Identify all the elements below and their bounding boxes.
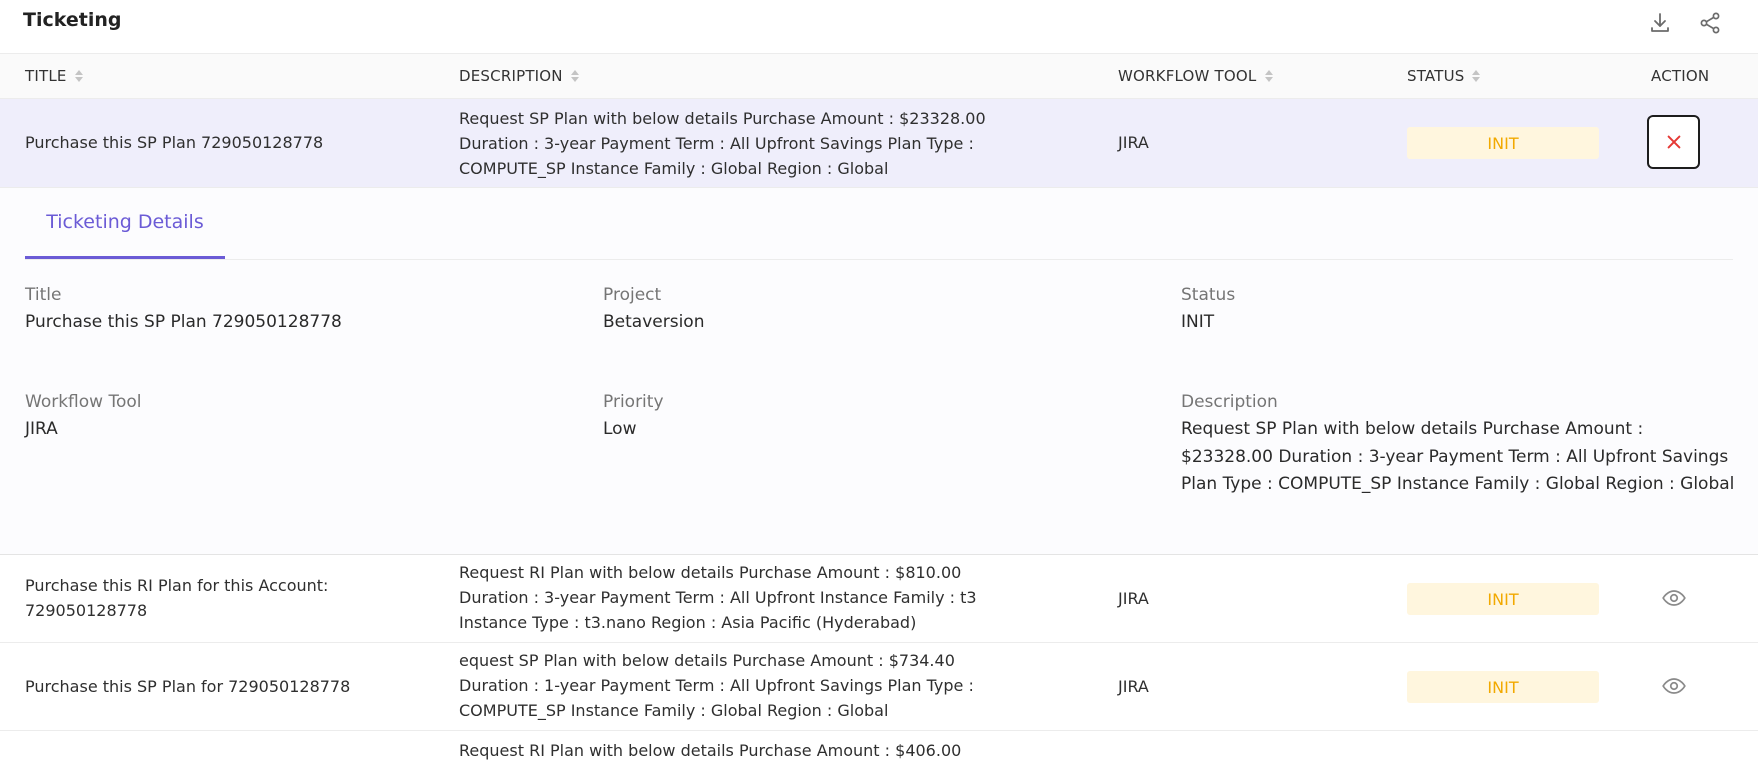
column-header-status[interactable]: STATUS bbox=[1407, 67, 1481, 85]
eye-icon bbox=[1662, 590, 1686, 606]
sort-icon[interactable] bbox=[570, 70, 579, 82]
field-label: Description bbox=[1181, 392, 1278, 412]
table-header: TITLE DESCRIPTION WORKFLOW TOOL STATUS A… bbox=[0, 54, 1758, 99]
tab-ticketing-details[interactable]: Ticketing Details bbox=[25, 188, 225, 259]
download-button[interactable] bbox=[1646, 9, 1674, 37]
header-actions bbox=[1646, 9, 1724, 37]
status-badge: INIT bbox=[1407, 671, 1599, 703]
status-badge: INIT bbox=[1407, 127, 1599, 159]
column-header-label: WORKFLOW TOOL bbox=[1118, 67, 1257, 85]
view-button[interactable] bbox=[1660, 584, 1688, 612]
row-title: Purchase this SP Plan 729050128778 bbox=[25, 133, 324, 152]
field-label: Project bbox=[603, 285, 662, 305]
detail-field-title: Title Purchase this SP Plan 729050128778 bbox=[25, 283, 565, 337]
column-header-label: STATUS bbox=[1407, 67, 1465, 85]
row-workflow-tool: JIRA bbox=[1118, 589, 1149, 608]
detail-field-status: Status INIT bbox=[1181, 283, 1736, 337]
field-value: Request SP Plan with below details Purch… bbox=[1181, 419, 1735, 494]
detail-field-description: Description Request SP Plan with below d… bbox=[1181, 390, 1736, 499]
share-icon bbox=[1700, 12, 1720, 34]
page-title: Ticketing bbox=[23, 9, 122, 31]
field-label: Title bbox=[25, 285, 62, 305]
details-tabs: Ticketing Details bbox=[25, 188, 1733, 260]
detail-field-workflow-tool: Workflow Tool JIRA bbox=[25, 390, 565, 444]
ticket-details-panel: Ticketing Details Title Purchase this SP… bbox=[0, 188, 1758, 555]
share-button[interactable] bbox=[1696, 9, 1724, 37]
column-header-label: TITLE bbox=[25, 67, 67, 85]
status-badge: INIT bbox=[1407, 583, 1599, 615]
sort-icon[interactable] bbox=[1472, 70, 1481, 82]
table-row[interactable]: Request RI Plan with below details Purch… bbox=[0, 731, 1758, 771]
row-workflow-tool: JIRA bbox=[1118, 133, 1149, 152]
column-header-label: ACTION bbox=[1651, 67, 1710, 85]
row-description: Request RI Plan with below details Purch… bbox=[459, 563, 977, 632]
field-value: Low bbox=[603, 419, 637, 439]
field-value: INIT bbox=[1181, 312, 1215, 332]
download-icon bbox=[1651, 13, 1669, 32]
field-value: JIRA bbox=[25, 419, 58, 439]
field-label: Priority bbox=[603, 392, 664, 412]
column-header-description[interactable]: DESCRIPTION bbox=[459, 67, 579, 85]
column-header-title[interactable]: TITLE bbox=[25, 67, 83, 85]
eye-icon bbox=[1662, 678, 1686, 694]
field-value: Betaversion bbox=[603, 312, 705, 332]
field-label: Workflow Tool bbox=[25, 392, 142, 412]
detail-field-priority: Priority Low bbox=[603, 390, 1143, 444]
column-header-workflow-tool[interactable]: WORKFLOW TOOL bbox=[1118, 67, 1273, 85]
row-title: Purchase this SP Plan for 729050128778 bbox=[25, 677, 351, 696]
page-header: Ticketing bbox=[0, 0, 1758, 54]
detail-field-project: Project Betaversion bbox=[603, 283, 1143, 337]
table-row[interactable]: Purchase this SP Plan 729050128778 Reque… bbox=[0, 99, 1758, 188]
view-button[interactable] bbox=[1660, 672, 1688, 700]
collapse-button[interactable] bbox=[1647, 115, 1700, 169]
row-title: Purchase this RI Plan for this Account: … bbox=[25, 576, 329, 620]
column-header-action: ACTION bbox=[1651, 67, 1709, 85]
sort-icon[interactable] bbox=[74, 70, 83, 82]
field-value: Purchase this SP Plan 729050128778 bbox=[25, 312, 342, 332]
table-row[interactable]: Purchase this RI Plan for this Account: … bbox=[0, 555, 1758, 643]
row-workflow-tool: JIRA bbox=[1118, 677, 1149, 696]
table-row[interactable]: Purchase this SP Plan for 729050128778 e… bbox=[0, 643, 1758, 731]
row-description: equest SP Plan with below details Purcha… bbox=[459, 651, 974, 720]
close-icon bbox=[1667, 135, 1680, 149]
field-label: Status bbox=[1181, 285, 1236, 305]
sort-icon[interactable] bbox=[1264, 70, 1273, 82]
column-header-label: DESCRIPTION bbox=[459, 67, 563, 85]
row-description: Request SP Plan with below details Purch… bbox=[459, 109, 986, 178]
